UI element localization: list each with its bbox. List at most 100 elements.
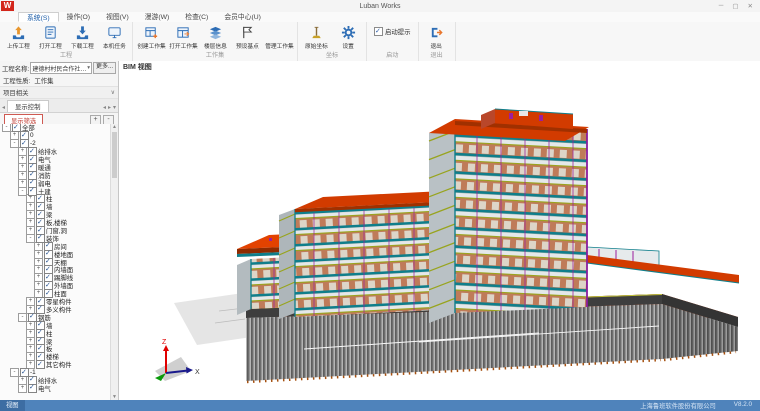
tree-item-墙[interactable]: +墙 [0,203,111,211]
checkbox-checked-icon[interactable] [28,384,37,393]
ribbon-group-工程: 上传工程打开工程下载工程 本机任务工程 [0,22,133,61]
manage-workset-icon [272,25,287,40]
ribbon-group-工作集: 创建工作集打开工作集楼层信息预设基点管理工作集工作集 [133,22,298,61]
more-button[interactable]: 更多... [93,62,116,74]
expand-toggle-icon[interactable]: + [18,384,27,393]
ribbon-button-打开工作集[interactable]: 打开工作集 [167,23,199,51]
minimize-icon[interactable]: ─ [719,2,724,10]
project-property-row: 工程性质: 工作集 [0,75,118,86]
ribbon-button-预设基点[interactable]: 预设基点 [231,23,263,51]
tree-scrollbar[interactable]: ▲ ▼ [110,124,118,400]
ribbon-button-退出[interactable]: 退出 [421,23,453,51]
ribbon-group-坐标: 原始坐标 设置坐标 [298,22,367,61]
exit-icon [429,25,444,40]
tree-item-消防[interactable]: +消防 [0,171,111,179]
axis-gizmo: Z X [155,339,200,381]
tree-item-给排水[interactable]: +给排水 [0,377,111,385]
checkbox-启动提示[interactable]: 启动提示 [369,23,416,51]
tree-item-弱电[interactable]: +弱电 [0,179,111,187]
tree-item-label: 电气 [38,384,51,393]
chevron-down-icon[interactable]: ∨ [111,89,115,96]
menu-tab-检查(C)[interactable]: 检查(C) [177,12,216,22]
model-tree: -全部+0--2+给排水+电气+暖通+消防+弱电-土建+柱+墙+梁+板,楼梯+门… [0,124,111,400]
menu-tab-会员中心(U)[interactable]: 会员中心(U) [216,12,269,22]
bim-viewport[interactable]: BIM 视图 [119,61,760,400]
tree-item-电气[interactable]: + 电气 [0,384,111,392]
tree-item-土建[interactable]: -土建 [0,187,111,195]
checkbox-checked-icon[interactable] [44,289,53,298]
maximize-icon[interactable]: ▢ [732,2,738,10]
project-name-value: 建德村村民合作社-施工模型 [32,64,87,73]
base-point-icon [240,25,255,40]
luban-logo-icon: W [1,1,14,11]
status-company: 上海鲁班软件股份有限公司 [640,401,716,410]
ribbon-button-label: 设置 [342,41,353,49]
axis-z-label: Z [162,339,167,346]
ribbon-button-上传工程[interactable]: 上传工程 [2,23,34,51]
floor-info-icon [208,25,223,40]
ribbon-group-退出: 退出退出 [419,22,456,61]
window-title: Luban Works [359,3,400,10]
axis-x-label: X [195,369,200,376]
ribbon-button-本机任务[interactable]: 本机任务 [98,23,130,51]
tree-item-全部[interactable]: -全部 [0,124,111,132]
project-related-section[interactable]: 项目相关 ∨ [0,86,118,99]
window-controls: ─ ▢ ✕ [719,2,760,10]
tree-item-暖通[interactable]: +暖通 [0,163,111,171]
tree-item-label: 其它构件 [46,360,72,369]
tree-item-柱[interactable]: +柱 [0,329,111,337]
ribbon-button-创建工作集[interactable]: 创建工作集 [135,23,167,51]
scrollbar-thumb[interactable] [112,132,117,178]
ribbon-button-设置[interactable]: 设置 [332,23,364,51]
tree-item-梁[interactable]: +梁 [0,337,111,345]
checkbox-checked-icon[interactable] [36,305,45,314]
tower-block [429,109,589,323]
ribbon-button-label: 打开工作集 [169,41,197,49]
tab-display-control[interactable]: 显示控制 [7,100,49,112]
menu-tab-系统(S)[interactable]: 系统(S) [18,12,59,22]
open-project-icon [43,25,58,40]
ribbon-group-label: 退出 [421,51,453,61]
menu-tab-视图(V)[interactable]: 视图(V) [98,12,137,22]
ribbon-button-label: 原始坐标 [305,41,328,49]
ribbon-button-原始坐标[interactable]: 原始坐标 [300,23,332,51]
menu-tab-操作(O)[interactable]: 操作(O) [59,12,98,22]
checkbox-icon [374,27,383,36]
ribbon-group-label: 坐标 [300,51,364,61]
menu-tab-漫游(W)[interactable]: 漫游(W) [137,12,178,22]
right-deck-wing [587,247,739,283]
open-workset-icon [176,25,191,40]
tab-scroll-left-icon[interactable]: ◂ [1,104,6,112]
tab-menu-icon[interactable]: ▾ [112,104,117,112]
tree-item-墙[interactable]: +墙 [0,321,111,329]
panel-tab-strip: ◂ 显示控制 ◂ ▸ ▾ [0,99,118,113]
checkbox-checked-icon[interactable] [36,360,45,369]
status-version: V8.2.0 [734,401,752,410]
ribbon-button-下载工程[interactable]: 下载工程 [66,23,98,51]
ribbon-button-楼层信息[interactable]: 楼层信息 [199,23,231,51]
ribbon-button-label: 上传工程 [7,41,30,49]
project-related-label: 项目相关 [3,88,29,97]
scroll-up-icon[interactable]: ▲ [111,124,118,130]
ribbon-button-label: 预设基点 [236,41,259,49]
gear-icon [341,25,356,40]
ribbon-button-打开工程[interactable]: 打开工程 [34,23,66,51]
tree-item-多义构件[interactable]: +多义构件 [0,305,111,313]
ribbon-button-管理工作集[interactable]: 管理工作集 [263,23,295,51]
project-name-label: 工程名称: [2,64,29,73]
monitor-icon [107,25,122,40]
download-icon [75,25,90,40]
close-icon[interactable]: ✕ [748,2,753,10]
tree-item-柱[interactable]: +柱 [0,195,111,203]
ribbon-button-label: 本机任务 [103,41,126,49]
ribbon-group-label: 工作集 [135,51,295,61]
chevron-down-icon: ▾ [87,65,90,71]
tree-item-钢筋[interactable]: -钢筋 [0,313,111,321]
ribbon-button-label: 下载工程 [71,41,94,49]
tree-item-给排水[interactable]: +给排水 [0,148,111,156]
project-name-combobox[interactable]: 建德村村民合作社-施工模型 ▾ [30,62,92,74]
tree-item-电气[interactable]: +电气 [0,156,111,164]
ribbon-group-label: 工程 [2,51,130,61]
ribbon-group-label: 启动 [369,51,416,61]
create-workset-icon [144,25,159,40]
